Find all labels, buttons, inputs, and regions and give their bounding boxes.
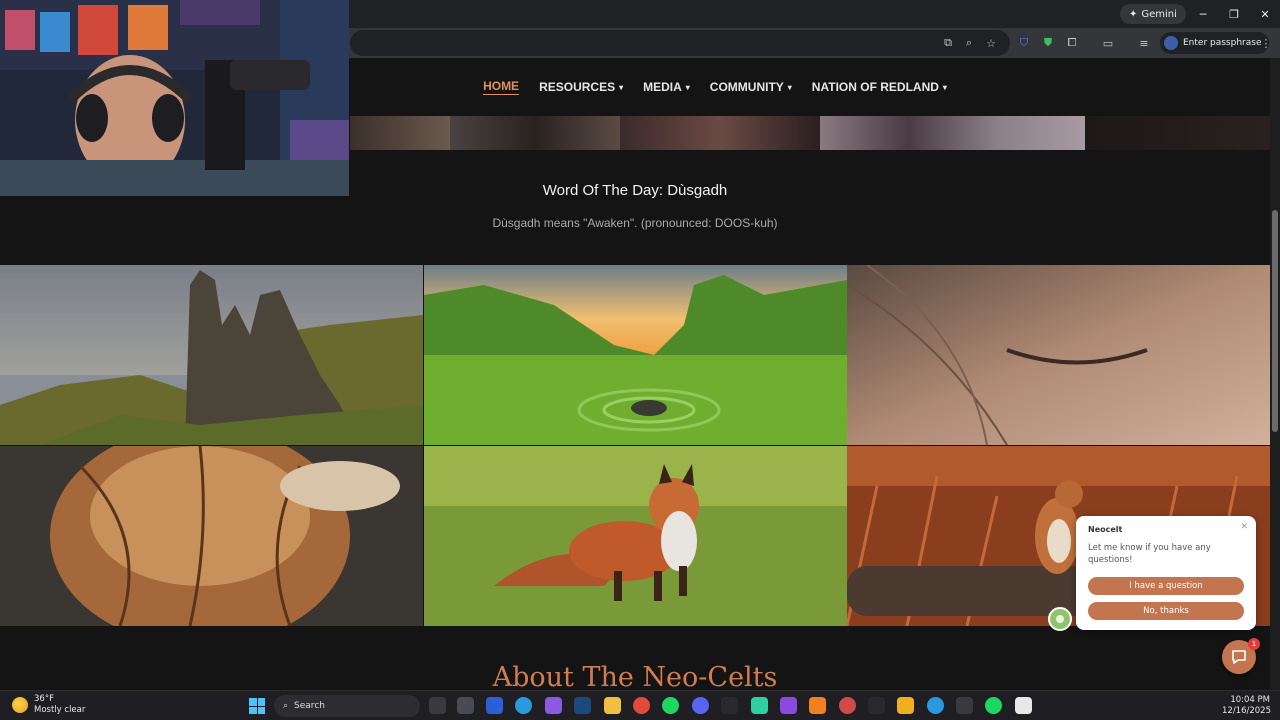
app-icon[interactable] [839,697,856,714]
chevron-down-icon: ▾ [619,82,624,92]
profile-label: Enter passphrase [1183,38,1262,48]
minimize-icon[interactable]: ─ [1189,4,1217,24]
nav-label: HOME [483,79,520,93]
edge-browser-icon[interactable] [515,697,532,714]
scrollbar-thumb[interactable] [1272,210,1278,432]
chat-bubble-icon [1232,650,1246,664]
nav-item-home[interactable]: HOME [483,79,520,95]
system-clock[interactable]: 10:04 PM 12/16/2025 [1222,695,1271,717]
chat-agent-avatar [1048,607,1072,631]
tab-search-icon[interactable]: ▭ [1100,35,1116,51]
taskbar: 36°F Mostly clear ⌕ Search 10:04 PM 12/1… [0,690,1280,720]
copilot-icon[interactable] [545,697,562,714]
nav-item-media[interactable]: MEDIA ▾ [643,80,690,94]
chevron-down-icon: ▾ [685,82,690,92]
rockstar-icon[interactable] [897,697,914,714]
webcam-overlay [0,0,349,196]
taskbar-search[interactable]: ⌕ Search [274,695,420,717]
nav-label: COMMUNITY [709,80,784,94]
search-icon: ⌕ [283,701,289,711]
media-app-icon[interactable] [780,697,797,714]
notification-badge: 1 [1248,638,1260,650]
more-menu-icon[interactable]: ⋮ [1258,35,1274,51]
gallery-image-closed-eye[interactable] [847,265,1270,445]
widgets-icon[interactable] [457,697,474,714]
spotify-icon[interactable] [662,697,679,714]
weather-temp: 36°F [34,694,54,704]
app-icon[interactable] [956,697,973,714]
avatar [1164,36,1178,50]
app-icon[interactable] [721,697,738,714]
vlc-icon[interactable] [809,697,826,714]
weather-moon-icon [12,697,28,713]
telegram-icon[interactable] [927,697,944,714]
gallery-image-highland-cow[interactable] [0,446,423,626]
bitwarden-extension-icon[interactable]: ⛉ [1016,35,1032,51]
gallery-image-rock-pinnacles[interactable] [0,265,423,445]
chrome-icon[interactable] [633,697,650,714]
question-button[interactable]: I have a question [1088,577,1244,595]
weather-desc: Mostly clear [34,705,86,715]
nav-label: MEDIA [643,80,682,94]
maximize-icon[interactable]: ❐ [1220,4,1248,24]
discord-icon[interactable] [692,697,709,714]
windows-start-icon[interactable] [249,698,265,714]
gemini-label: Gemini [1141,8,1177,20]
address-bar[interactable] [350,30,1010,56]
profile-chip[interactable]: Enter passphrase [1160,32,1270,54]
reading-list-icon[interactable]: ≡ [1136,35,1152,51]
weather-widget[interactable]: 36°F Mostly clear [12,694,85,716]
extensions-puzzle-icon[interactable]: ⧠ [1064,35,1080,51]
shield-extension-icon[interactable]: ⛊ [1040,35,1056,51]
nav-item-resources[interactable]: RESOURCES ▾ [539,80,623,94]
epic-games-icon[interactable] [868,697,885,714]
clock-time: 10:04 PM [1230,695,1270,705]
task-view-icon[interactable] [429,697,446,714]
hero-image-strip [350,116,1270,150]
gallery-image-red-fox[interactable] [424,446,847,626]
clock-date: 12/16/2025 [1222,706,1271,716]
chevron-down-icon: ▾ [942,82,947,92]
steam-icon[interactable] [574,697,591,714]
page-scrollbar[interactable] [1270,58,1280,690]
x-app-icon[interactable] [1015,697,1032,714]
bookmark-star-icon[interactable]: ☆ [983,35,999,51]
nav-label: RESOURCES [539,80,616,94]
chat-agent-name: Neocelt [1088,525,1123,534]
chat-popup: Neocelt ✕ Let me know if you have any qu… [1076,516,1256,630]
about-heading: About The Neo-Celts [492,662,778,690]
chat-message: Let me know if you have any questions! [1088,543,1211,565]
sparkle-icon: ✦ [1129,8,1138,20]
search-label: Search [294,701,325,711]
gallery-image-green-valley[interactable] [424,265,847,445]
nav-label: NATION OF REDLAND [811,80,939,94]
gemini-button[interactable]: ✦ Gemini [1120,4,1186,24]
no-thanks-button[interactable]: No, thanks [1088,602,1244,620]
zoom-icon[interactable]: ⌕ [961,35,977,51]
close-icon[interactable]: ✕ [1251,4,1279,24]
word-of-day-text: Dùsgadh means "Awaken". (pronounced: DOO… [492,216,778,230]
chevron-down-icon: ▾ [787,82,792,92]
nav-item-community[interactable]: COMMUNITY ▾ [710,80,792,94]
spotify-icon[interactable] [985,697,1002,714]
install-app-icon[interactable]: ⧉ [940,35,956,51]
meta-icon[interactable] [486,697,503,714]
file-explorer-icon[interactable] [604,697,621,714]
chat-app-icon[interactable] [751,697,768,714]
nav-item-nation-of-redland[interactable]: NATION OF REDLAND ▾ [812,80,947,94]
close-icon[interactable]: ✕ [1240,522,1248,532]
